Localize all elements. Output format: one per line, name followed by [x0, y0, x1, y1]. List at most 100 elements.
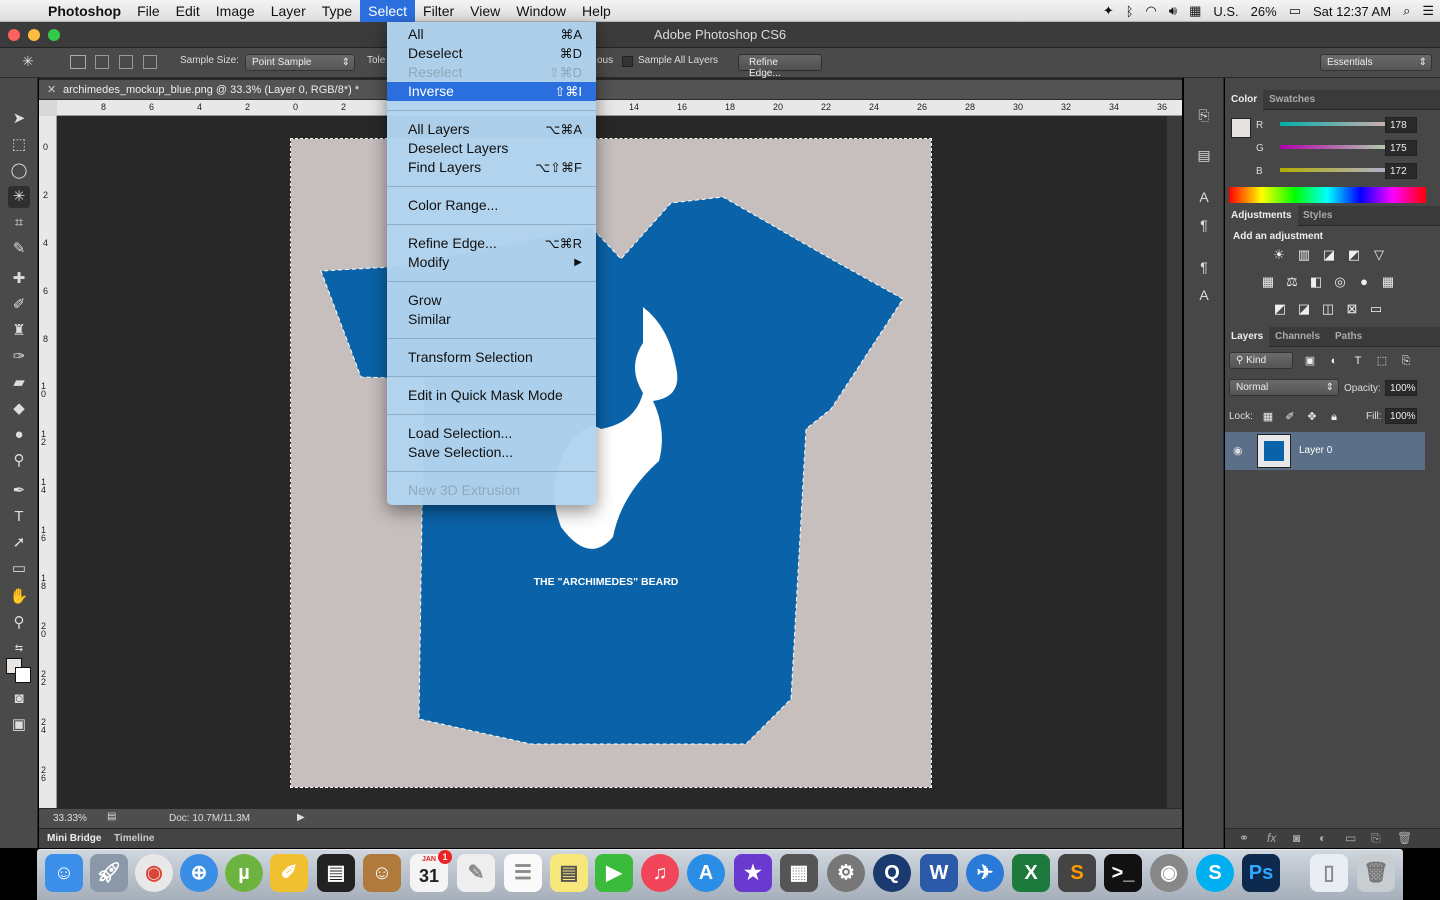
- screen-mode-icon[interactable]: ▣: [8, 714, 30, 736]
- imovie-icon[interactable]: ★: [734, 854, 772, 892]
- history-brush-tool-icon[interactable]: ✑: [8, 346, 30, 368]
- menu-item-find-layers[interactable]: Find Layers ⌥⇧⌘F: [387, 158, 596, 177]
- magic-wand-tool-icon[interactable]: ✳: [8, 186, 30, 208]
- filter-smart-object-icon[interactable]: ⎘: [1397, 353, 1415, 369]
- new-layer-icon[interactable]: ⎘: [1371, 831, 1381, 846]
- clock[interactable]: Sat 12:37 AM: [1307, 4, 1397, 19]
- channel-mixer-icon[interactable]: ●: [1355, 274, 1373, 290]
- menu-item-all[interactable]: All ⌘A: [387, 25, 596, 44]
- brush-tool-icon[interactable]: ✐: [8, 294, 30, 316]
- character-styles-icon[interactable]: A: [1193, 284, 1215, 306]
- menu-app-name[interactable]: Photoshop: [40, 0, 129, 22]
- zoom-level[interactable]: 33.33%: [53, 813, 87, 824]
- layer-style-icon[interactable]: fx: [1267, 831, 1276, 845]
- quicktime-icon[interactable]: Q: [873, 854, 911, 892]
- filter-adjustment-icon[interactable]: ◐: [1325, 353, 1343, 369]
- menu-item-color-range[interactable]: Color Range...: [387, 196, 596, 215]
- calendar-icon[interactable]: JAN 31 1: [410, 850, 452, 892]
- outlook-icon[interactable]: ✈: [966, 854, 1004, 892]
- intersect-selection-icon[interactable]: [143, 55, 157, 69]
- menu-select[interactable]: Select: [360, 0, 416, 22]
- bluetooth-icon[interactable]: ᛒ: [1120, 4, 1140, 19]
- itunes-icon[interactable]: ♫: [641, 854, 679, 892]
- skype-icon[interactable]: S: [1196, 854, 1234, 892]
- green-value[interactable]: 175: [1385, 140, 1417, 156]
- rectangle-tool-icon[interactable]: ▭: [8, 558, 30, 580]
- curves-icon[interactable]: ◪: [1320, 247, 1338, 263]
- sample-all-layers-checkbox[interactable]: [622, 56, 633, 67]
- swap-colors-icon[interactable]: ⇆: [8, 638, 30, 660]
- layer-name[interactable]: Layer 0: [1299, 445, 1332, 456]
- doc-size[interactable]: Doc: 10.7M/11.3M: [169, 813, 250, 824]
- tab-adjustments[interactable]: Adjustments: [1225, 206, 1298, 226]
- posterize-icon[interactable]: ◪: [1295, 301, 1313, 317]
- fill-value[interactable]: 100%: [1385, 408, 1417, 424]
- notes-icon[interactable]: ▤: [550, 854, 588, 892]
- menu-filter[interactable]: Filter: [415, 0, 462, 22]
- tab-channels[interactable]: Channels: [1269, 327, 1326, 347]
- wifi-icon[interactable]: ◠: [1140, 3, 1163, 19]
- new-adjustment-layer-icon[interactable]: ◐: [1319, 831, 1326, 845]
- excel-icon[interactable]: X: [1012, 854, 1050, 892]
- menu-window[interactable]: Window: [508, 0, 574, 22]
- lock-transparent-icon[interactable]: ▦: [1259, 409, 1277, 425]
- clone-stamp-tool-icon[interactable]: ♜: [8, 320, 30, 342]
- finder-icon[interactable]: ☺: [45, 854, 83, 892]
- color-spectrum-bar[interactable]: [1229, 187, 1426, 203]
- quick-mask-icon[interactable]: ◙: [8, 688, 30, 710]
- tab-color[interactable]: Color: [1225, 90, 1264, 110]
- pen-tool-icon[interactable]: ✒: [8, 480, 30, 502]
- lock-all-icon[interactable]: 🔒︎: [1325, 409, 1343, 425]
- marquee-tool-icon[interactable]: ⬚: [8, 134, 30, 156]
- menu-item-modify[interactable]: Modify ▶: [387, 253, 596, 272]
- add-to-selection-icon[interactable]: [95, 55, 109, 69]
- hue-saturation-icon[interactable]: ▦: [1259, 274, 1277, 290]
- brightness-contrast-icon[interactable]: ☀: [1270, 247, 1288, 263]
- path-selection-tool-icon[interactable]: ➚: [8, 532, 30, 554]
- trash-icon[interactable]: 🗑︎: [1357, 854, 1395, 892]
- magic-wand-tool-preset-icon[interactable]: ✳: [22, 53, 34, 70]
- link-layers-icon[interactable]: ⚭: [1239, 831, 1249, 845]
- menu-help[interactable]: Help: [574, 0, 619, 22]
- filter-pixel-icon[interactable]: ▣: [1301, 353, 1319, 369]
- battery-percent[interactable]: 26%: [1245, 4, 1283, 19]
- exposure-icon[interactable]: ◩: [1345, 247, 1363, 263]
- paragraph-panel-icon[interactable]: ¶: [1193, 214, 1215, 236]
- system-preferences-icon[interactable]: ⚙: [827, 854, 865, 892]
- tab-layers[interactable]: Layers: [1225, 327, 1270, 347]
- red-value[interactable]: 178: [1385, 117, 1417, 133]
- vibrance-icon[interactable]: ▽: [1370, 247, 1388, 263]
- eyedropper-tool-icon[interactable]: ✎: [8, 238, 30, 260]
- status-info-icon[interactable]: ▤: [107, 811, 116, 822]
- opacity-value[interactable]: 100%: [1385, 380, 1417, 396]
- healing-brush-tool-icon[interactable]: ✚: [8, 268, 30, 290]
- add-mask-icon[interactable]: ◙: [1293, 831, 1300, 845]
- vertical-scrollbar[interactable]: [1167, 116, 1182, 808]
- hand-tool-icon[interactable]: ✋: [8, 586, 30, 608]
- horizontal-ruler[interactable]: 8 6 4 2 0 2 14 16 18 20 22 24 26 28 30 3…: [57, 100, 1182, 116]
- foreground-color-chip[interactable]: [1231, 118, 1251, 138]
- tab-timeline[interactable]: Timeline: [114, 833, 154, 844]
- lock-image-icon[interactable]: ✐: [1281, 409, 1299, 425]
- menu-item-deselect[interactable]: Deselect ⌘D: [387, 44, 596, 63]
- photo-filter-icon[interactable]: ◎: [1331, 274, 1349, 290]
- growl-icon[interactable]: ✐: [270, 854, 308, 892]
- menu-image[interactable]: Image: [208, 0, 263, 22]
- selective-color-icon[interactable]: ⊠: [1343, 301, 1361, 317]
- new-selection-icon[interactable]: [70, 55, 86, 69]
- menu-item-similar[interactable]: Similar: [387, 310, 596, 329]
- locale-label[interactable]: U.S.: [1207, 4, 1244, 19]
- menu-item-quick-mask[interactable]: Edit in Quick Mask Mode: [387, 386, 596, 405]
- type-tool-icon[interactable]: T: [8, 506, 30, 528]
- facetime-icon[interactable]: ▶: [595, 854, 633, 892]
- mouse-settings-icon[interactable]: ◉: [1150, 854, 1188, 892]
- filter-type-icon[interactable]: T: [1349, 353, 1367, 369]
- menu-file[interactable]: File: [129, 0, 168, 22]
- menu-item-deselect-layers[interactable]: Deselect Layers: [387, 139, 596, 158]
- layer-row[interactable]: ◉ Layer 0: [1225, 432, 1425, 470]
- levels-icon[interactable]: ▥: [1295, 247, 1313, 263]
- status-menu-arrow-icon[interactable]: ▶: [297, 812, 305, 823]
- new-group-icon[interactable]: ▭: [1345, 831, 1356, 845]
- gradient-map-icon[interactable]: ▭: [1367, 301, 1385, 317]
- lasso-tool-icon[interactable]: ◯: [8, 160, 30, 182]
